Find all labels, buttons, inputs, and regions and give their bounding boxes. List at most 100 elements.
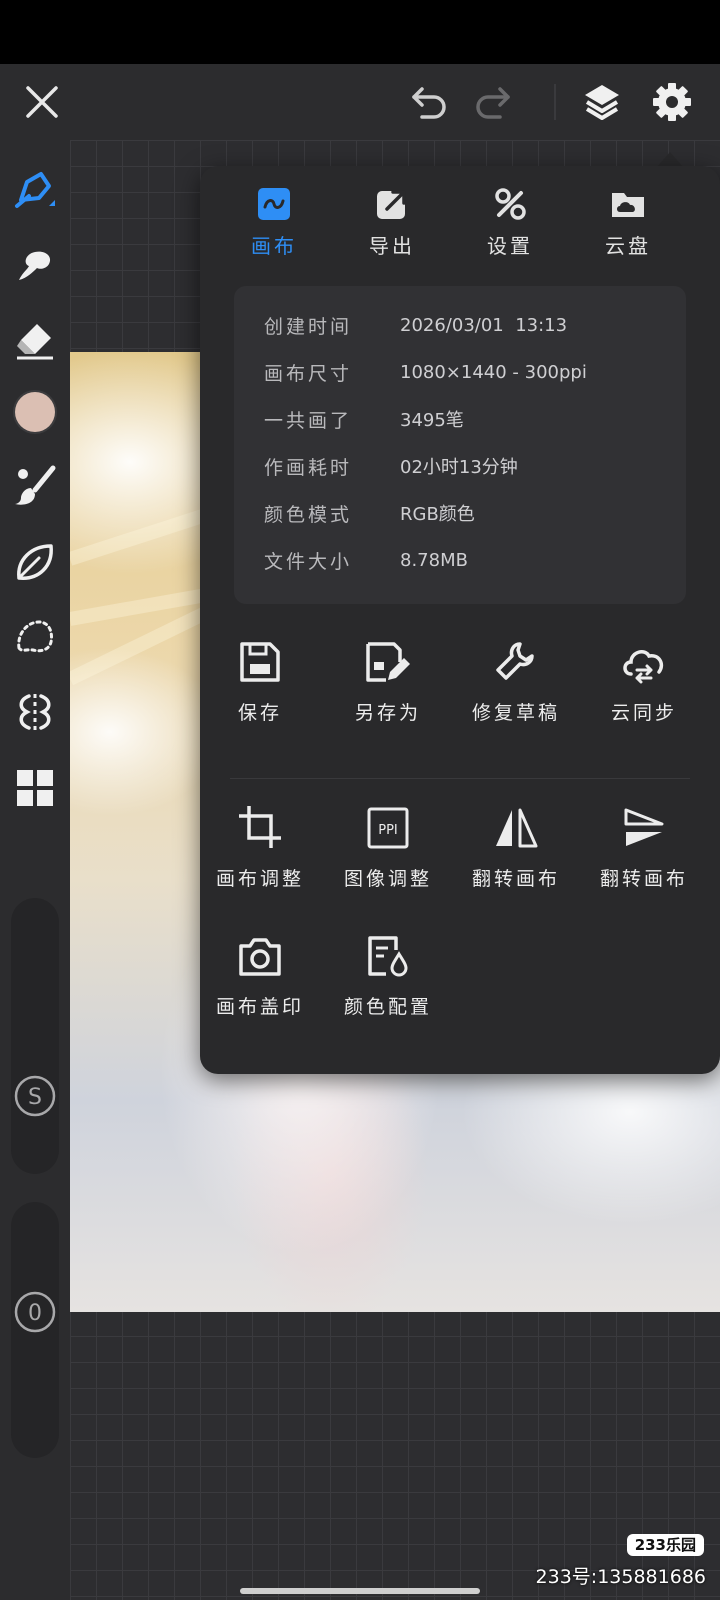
canvas-menu-panel: 画布 导出 设置 云盘 创建时间 2026/03/01 13:13 画布尺寸 1… [200, 166, 720, 1074]
canvas-stamp-label: 画布盖印 [215, 996, 304, 1018]
repair-draft-label: 修复草稿 [471, 702, 560, 724]
close-icon [26, 86, 58, 118]
info-value: 8.78MB [400, 549, 468, 571]
flip-vertical-button[interactable]: 翻转画布 [580, 794, 708, 910]
color-picker[interactable] [7, 384, 63, 440]
gear-icon [653, 83, 691, 121]
info-label: 颜色模式 [264, 503, 353, 526]
tab-settings-label: 设置 [487, 234, 533, 258]
export-icon [377, 190, 406, 219]
color-swatch [15, 392, 55, 432]
opacity-slider[interactable]: 0 [11, 1202, 59, 1458]
undo-icon [412, 87, 446, 119]
size-slider-label: S [28, 1085, 42, 1110]
save-as-label: 另存为 [354, 702, 421, 724]
ppi-icon: PPI [367, 807, 409, 849]
image-adjust-button[interactable]: PPI 图像调整 [324, 794, 452, 910]
info-row-file-size: 文件大小 8.78MB [264, 545, 468, 575]
repair-draft-button[interactable]: 修复草稿 [452, 628, 580, 744]
lasso-tool[interactable] [7, 608, 63, 664]
info-value: 1080×1440 - 300ppi [400, 361, 587, 383]
info-label: 一共画了 [264, 409, 353, 432]
info-row-color-mode: 颜色模式 RGB颜色 [264, 498, 475, 528]
info-value: 3495笔 [400, 410, 464, 431]
image-adjust-label: 图像调整 [343, 868, 432, 890]
info-row-duration: 作画耗时 02小时13分钟 [264, 451, 518, 481]
canvas-adjust-label: 画布调整 [215, 868, 304, 890]
tool-sidebar: S 0 [0, 140, 70, 1600]
color-profile-label: 颜色配置 [343, 996, 432, 1018]
save-icon [240, 642, 280, 682]
lasso-icon [17, 620, 53, 653]
color-profile-button[interactable]: 颜色配置 [324, 922, 452, 1038]
watermark-text: 233号:135881686 [535, 1566, 706, 1588]
brush-size-knob[interactable]: S [13, 1074, 57, 1118]
smudge-icon [19, 251, 51, 280]
flip-horizontal-button[interactable]: 翻转画布 [452, 794, 580, 910]
tab-cloud[interactable]: 云盘 [578, 184, 678, 260]
canvas-stamp-button[interactable]: 画布盖印 [196, 922, 324, 1038]
info-value: RGB颜色 [400, 504, 475, 525]
redo-button[interactable] [464, 74, 520, 130]
info-label: 画布尺寸 [264, 362, 353, 385]
undo-button[interactable] [402, 74, 458, 130]
info-row-created: 创建时间 2026/03/01 13:13 [264, 310, 567, 340]
color-profile-icon [368, 936, 408, 977]
settings-button[interactable] [644, 74, 700, 130]
opacity-knob-ring: 0 [14, 1291, 56, 1333]
flip-vertical-icon [624, 808, 664, 846]
paint-brush-tool[interactable] [7, 458, 63, 514]
info-label: 作画耗时 [264, 456, 353, 479]
tab-export[interactable]: 导出 [342, 184, 442, 260]
info-row-size: 画布尺寸 1080×1440 - 300ppi [264, 357, 587, 387]
info-label: 创建时间 [264, 315, 353, 338]
panel-divider [230, 778, 690, 779]
opacity-slider-label: 0 [28, 1301, 42, 1326]
info-label: 文件大小 [264, 550, 353, 573]
tab-export-label: 导出 [369, 234, 415, 258]
info-row-strokes: 一共画了 3495笔 [264, 404, 464, 434]
canvas-info-box: 创建时间 2026/03/01 13:13 画布尺寸 1080×1440 - 3… [234, 286, 686, 604]
wrench-icon [496, 642, 534, 680]
info-value: 02小时13分钟 [400, 457, 518, 478]
grid-widget-icon [17, 770, 53, 806]
smudge-tool[interactable] [7, 236, 63, 292]
eraser-tool[interactable] [7, 312, 63, 368]
leaf-icon [17, 544, 53, 580]
flip-vertical-label: 翻转画布 [599, 868, 688, 890]
brush-size-slider[interactable]: S [11, 898, 59, 1174]
crop-icon [239, 806, 281, 848]
tab-canvas-label: 画布 [251, 234, 297, 258]
leaf-tool[interactable] [7, 534, 63, 590]
symmetry-tool[interactable] [7, 684, 63, 740]
save-as-button[interactable]: 另存为 [324, 628, 452, 744]
tab-cloud-label: 云盘 [605, 234, 651, 258]
tab-canvas[interactable]: 画布 [224, 184, 324, 260]
home-indicator[interactable] [240, 1588, 480, 1594]
eraser-icon [17, 324, 53, 360]
tools-icon [495, 188, 526, 220]
camera-icon [239, 938, 281, 976]
canvas-adjust-button[interactable]: 画布调整 [196, 794, 324, 910]
opacity-knob[interactable]: 0 [13, 1290, 57, 1334]
redo-icon [476, 87, 510, 119]
pen-tool[interactable] [7, 160, 63, 216]
top-toolbar [0, 64, 720, 140]
widget-tool[interactable] [7, 760, 63, 816]
flip-horizontal-label: 翻转画布 [471, 868, 560, 890]
symmetry-icon [19, 694, 51, 730]
watermark-logo: 233乐园 [626, 1534, 704, 1556]
save-as-icon [366, 642, 410, 682]
save-button[interactable]: 保存 [196, 628, 324, 744]
close-button[interactable] [14, 74, 70, 130]
cloud-sync-icon [623, 650, 664, 684]
cloud-sync-button[interactable]: 云同步 [580, 628, 708, 744]
status-bar [0, 0, 720, 64]
canvas-icon [258, 188, 290, 220]
cloud-sync-label: 云同步 [610, 702, 677, 724]
save-label: 保存 [237, 702, 282, 724]
flip-horizontal-icon [496, 808, 538, 848]
tab-settings[interactable]: 设置 [460, 184, 560, 260]
layers-button[interactable] [574, 74, 630, 130]
paint-brush-icon [15, 465, 56, 505]
